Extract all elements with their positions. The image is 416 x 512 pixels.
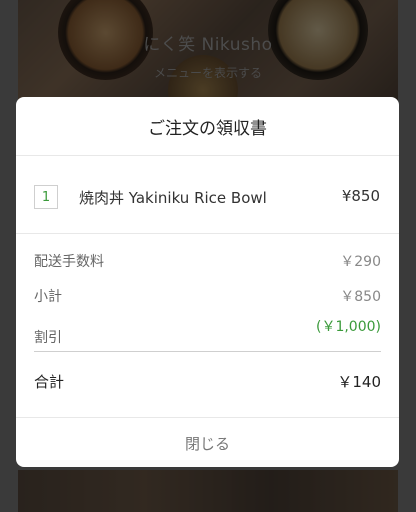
restaurant-hero-image [18,0,398,125]
show-menu-link[interactable]: メニューを表示する [18,64,398,81]
delivery-fee-label: 配送手数料 [34,254,104,270]
subtotal-value: ￥850 [340,289,381,305]
restaurant-name: にく笑 Nikusho [143,35,273,55]
modal-title: ご注文の領収書 [16,97,399,156]
discount-value: (￥1,000) [315,319,381,335]
subtotal-row: 小計 ￥850 [34,286,381,306]
close-button[interactable]: 閉じる [16,417,399,467]
discount-label: 割引 [34,330,62,346]
item-name: 焼肉丼 Yakiniku Rice Bowl [79,189,267,207]
receipt-modal: ご注文の領収書 1 焼肉丼 Yakiniku Rice Bowl ¥850 配送… [16,97,399,467]
background-food-image [18,470,398,512]
delivery-fee-row: 配送手数料 ￥290 [34,251,381,271]
item-quantity-badge: 1 [34,185,58,209]
total-label: 合計 [34,373,65,391]
total-value: ￥140 [337,373,381,391]
item-price: ¥850 [341,187,380,205]
delivery-fee-value: ￥290 [340,254,381,270]
summary-divider [34,351,381,352]
subtotal-label: 小計 [34,289,62,305]
discount-row: 割引 (￥1,000) [34,316,381,346]
order-item-row: 1 焼肉丼 Yakiniku Rice Bowl ¥850 [16,155,399,234]
total-row: 合計 ￥140 [34,371,381,393]
